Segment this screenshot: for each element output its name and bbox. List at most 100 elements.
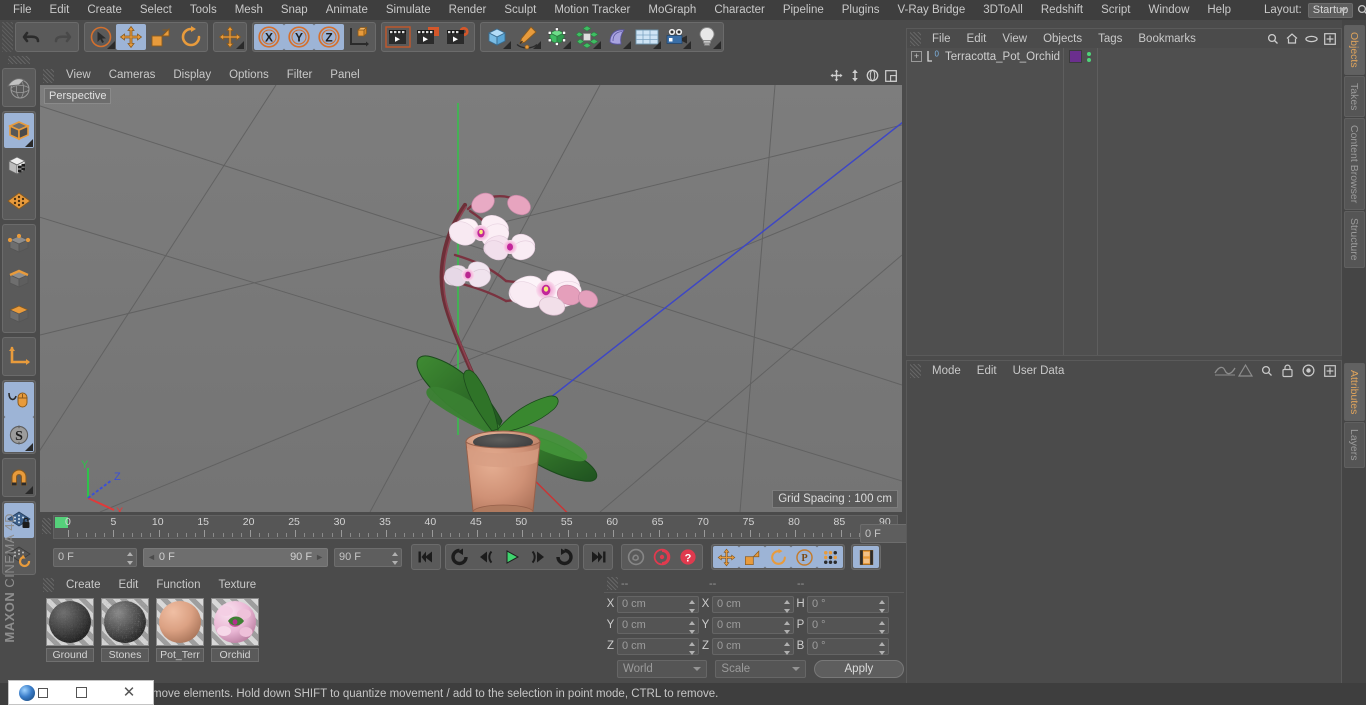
tool-options-corner[interactable] [503,41,511,49]
material-item[interactable]: Ground [46,598,94,678]
transform-mode-dropdown[interactable]: Scale [715,660,806,678]
triangle-icon[interactable] [1237,363,1254,378]
object-menu-tags[interactable]: Tags [1090,33,1130,45]
coordinates-grip[interactable] [607,577,618,590]
left-toolbar-grip[interactable] [8,56,30,64]
maximize-window-button[interactable] [57,680,105,705]
menu-plugins[interactable]: Plugins [833,0,889,20]
attribute-menu-user-data[interactable]: User Data [1005,365,1073,377]
axis-z-button[interactable]: Z [314,24,344,50]
position-x-spinner[interactable] [688,599,695,613]
range-left-arrow-icon[interactable]: ◄ [147,552,156,562]
viewport-3d[interactable]: Perspective Grid Spacing : 100 cm Y X Z [40,85,902,512]
position-y-spinner[interactable] [688,620,695,634]
autokey-button[interactable] [649,546,675,568]
dolly-icon[interactable] [847,68,862,83]
material-item[interactable]: Stones [101,598,149,678]
frame-range-bar[interactable]: ◄ 0 F 90 F ► [143,547,328,567]
end-frame-spinner[interactable] [391,551,398,565]
rotation-h-spinner[interactable] [878,599,885,613]
apply-button[interactable]: Apply [813,660,905,678]
viewport-menu-options[interactable]: Options [220,66,278,85]
material-manager-grip[interactable] [43,577,54,592]
material-thumbnail[interactable] [46,598,94,646]
layout-select[interactable]: Startup [1307,2,1354,18]
tab-objects[interactable]: Objects [1343,25,1365,75]
menu-snap[interactable]: Snap [272,0,317,20]
attribute-menu-mode[interactable]: Mode [924,365,969,377]
tool-options-corner[interactable] [25,139,33,147]
plus-box-icon[interactable] [1322,363,1337,378]
step-back-button[interactable] [473,546,499,568]
material-tag-swatch[interactable] [1069,50,1082,63]
search-icon[interactable] [1357,1,1366,19]
floor-environment-button[interactable] [632,24,662,50]
step-forward-button[interactable] [525,546,551,568]
menu-file[interactable]: File [4,0,41,20]
menu-pipeline[interactable]: Pipeline [774,0,833,20]
search-icon[interactable] [1266,31,1280,46]
go-to-end-button[interactable] [585,546,611,568]
tool-options-corner[interactable] [107,41,115,49]
menu-help[interactable]: Help [1198,0,1240,20]
object-row[interactable]: + 0 Terracotta_Pot_Orchid [907,48,1341,65]
timeline-grip[interactable] [42,518,51,534]
viewport-menu-display[interactable]: Display [164,66,220,85]
viewport-grip[interactable] [43,68,54,83]
light-button[interactable] [692,24,722,50]
enable-axis-button[interactable] [4,183,34,218]
material-thumbnail[interactable] [211,598,259,646]
tool-options-corner[interactable] [563,41,571,49]
object-visibility-dots[interactable] [1087,51,1091,62]
tool-options-corner[interactable] [713,41,721,49]
menu-tools[interactable]: Tools [181,0,226,20]
coord-system-dropdown[interactable]: World [617,660,708,678]
material-menu-function[interactable]: Function [147,579,209,591]
size-y-spinner[interactable] [783,620,790,634]
record-key-button[interactable] [623,546,649,568]
material-item[interactable]: Orchid [211,598,259,678]
size-x-spinner[interactable] [783,599,790,613]
loop-button[interactable] [551,546,577,568]
menu-render[interactable]: Render [440,0,496,20]
object-menu-bookmarks[interactable]: Bookmarks [1130,33,1204,45]
mouse-viewport-button[interactable] [4,382,34,417]
menu-character[interactable]: Character [705,0,774,20]
tab-layers[interactable]: Layers [1343,422,1365,468]
tool-options-corner[interactable] [593,41,601,49]
tab-structure[interactable]: Structure [1343,211,1365,268]
restore-window-icon[interactable] [37,687,48,698]
tool-options-corner[interactable] [25,486,33,494]
go-to-start-button[interactable] [413,546,439,568]
menu-create[interactable]: Create [78,0,131,20]
menu-select[interactable]: Select [131,0,181,20]
viewport-menu-view[interactable]: View [57,66,100,85]
menu-animate[interactable]: Animate [317,0,377,20]
texture-mode-button[interactable] [4,148,34,183]
mograph-cloner-button[interactable] [572,24,602,50]
size-z-field[interactable]: 0 cm [712,637,794,655]
live-selection-tool[interactable] [86,24,116,50]
size-x-field[interactable]: 0 cm [712,595,794,613]
material-thumbnail[interactable] [156,598,204,646]
viewport-menu-cameras[interactable]: Cameras [100,66,165,85]
camera-button[interactable] [662,24,692,50]
position-x-field[interactable]: 0 cm [617,595,699,613]
object-menu-edit[interactable]: Edit [959,33,995,45]
axis-x-button[interactable]: X [254,24,284,50]
play-button[interactable] [499,546,525,568]
maximize-icon[interactable] [883,68,898,83]
viewport-menu-filter[interactable]: Filter [278,66,322,85]
menu-mesh[interactable]: Mesh [226,0,272,20]
size-y-field[interactable]: 0 cm [712,616,794,634]
object-menu-file[interactable]: File [924,33,959,45]
axis-y-button[interactable]: Y [284,24,314,50]
position-y-field[interactable]: 0 cm [617,616,699,634]
range-right-arrow-icon[interactable]: ► [315,552,324,562]
key-rotation-button[interactable] [765,546,791,568]
material-menu-texture[interactable]: Texture [209,579,265,591]
menu-window[interactable]: Window [1139,0,1198,20]
wave-icon[interactable] [1213,363,1236,378]
edge-mode-button[interactable] [4,261,34,296]
object-menu-objects[interactable]: Objects [1035,33,1090,45]
